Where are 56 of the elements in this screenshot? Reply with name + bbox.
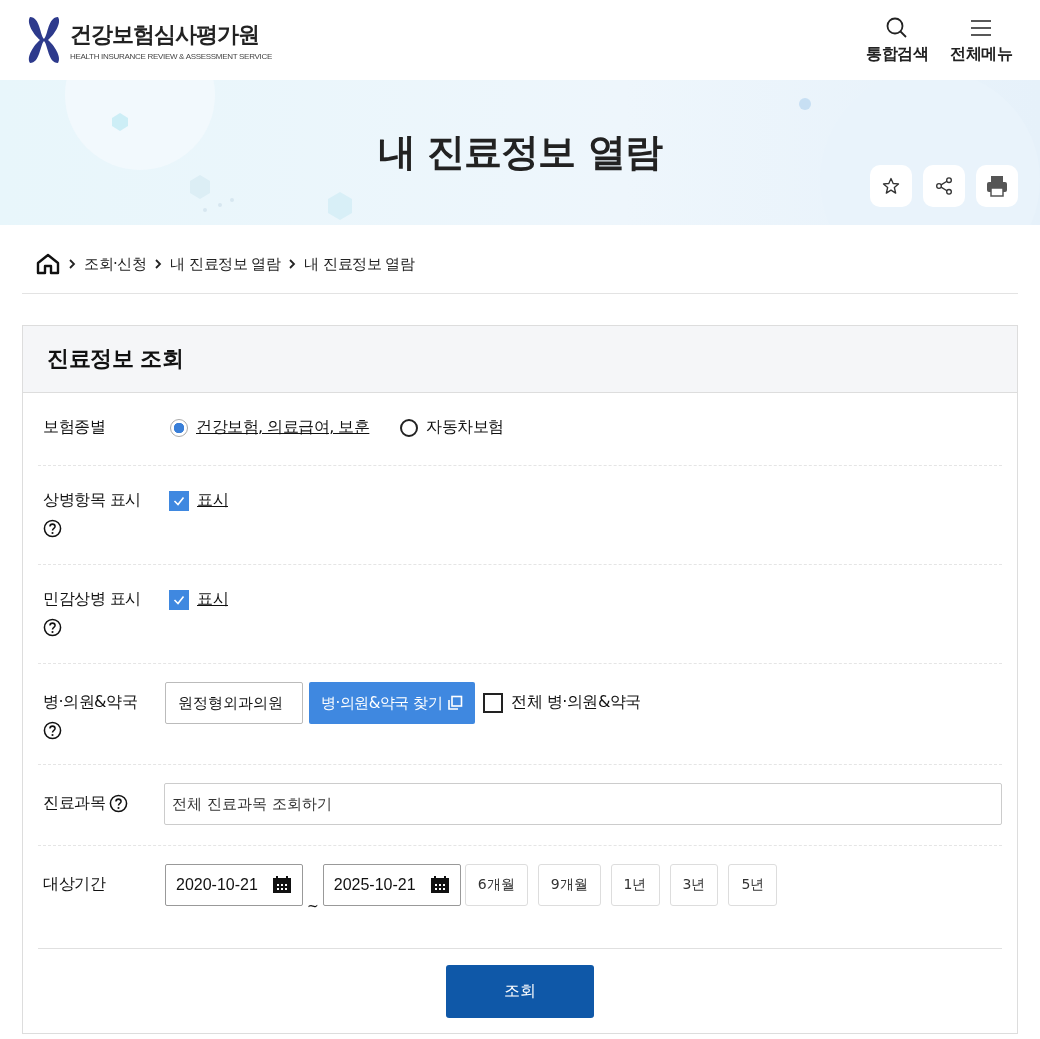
new-window-icon [447, 695, 464, 711]
logo-name: 건강보험심사평가원 [70, 20, 260, 49]
radio-label[interactable]: 건강보험, 의료급여, 보훈 [196, 417, 370, 438]
calendar-icon [429, 876, 450, 894]
radio-button[interactable] [170, 418, 188, 437]
checkbox[interactable] [169, 589, 189, 610]
print-button[interactable] [976, 165, 1018, 207]
field-label: 병·의원&약국 [43, 692, 138, 713]
chevron-icon [154, 259, 163, 269]
date-field[interactable]: 2020-10-21 [165, 864, 303, 906]
search-submit-button[interactable]: 조회 [446, 965, 594, 1018]
find-button[interactable]: 병·의원&약국 찾기 [309, 682, 476, 724]
date-field[interactable]: 2025-10-21 [322, 864, 461, 906]
breadcrumb-link[interactable]: 내 진료정보 열람 [304, 254, 415, 274]
checkbox-label[interactable]: 전체 병·의원&약국 [511, 692, 641, 713]
star-icon [881, 176, 901, 196]
page-title: 내 진료정보 열람 [378, 129, 662, 176]
radio-label[interactable]: 자동차보험 [426, 417, 504, 438]
checkbox[interactable] [483, 692, 504, 713]
field-label: 민감상병 표시 [43, 589, 141, 610]
panel-title: 진료정보 조회 [47, 345, 184, 373]
period-button[interactable]: 3년 [669, 864, 719, 906]
checkbox[interactable] [169, 490, 189, 511]
breadcrumb-link[interactable]: 조회·신청 [84, 254, 147, 274]
share-icon [934, 176, 954, 196]
checkbox-label[interactable]: 표시 [197, 589, 228, 610]
period-button[interactable]: 1년 [610, 864, 660, 906]
field-label: 보험종별 [43, 417, 105, 438]
calendar-icon [272, 876, 292, 894]
star-button[interactable] [870, 165, 912, 207]
chevron-icon [68, 259, 76, 269]
logo-subtitle: HEALTH INSURANCE REVIEW & ASSESSMENT SERVICE [70, 51, 272, 61]
home-icon[interactable] [36, 253, 60, 275]
printer-icon [985, 174, 1009, 198]
search-button[interactable]: 통합검색 [866, 15, 928, 65]
help-icon[interactable] [109, 794, 128, 813]
radio-button[interactable] [400, 418, 419, 437]
range-separator: ~ [307, 899, 319, 913]
logo-icon [26, 15, 62, 65]
help-icon[interactable] [43, 721, 62, 740]
field-label: 상병항목 표시 [43, 490, 141, 511]
period-button[interactable]: 9개월 [537, 864, 601, 906]
breadcrumb-link[interactable]: 내 진료정보 열람 [170, 254, 281, 274]
checkbox-label[interactable]: 표시 [197, 490, 228, 511]
help-icon[interactable] [43, 618, 62, 637]
share-button[interactable] [923, 165, 965, 207]
period-button[interactable]: 6개월 [464, 864, 528, 906]
subject-field[interactable]: 전체 진료과목 조회하기 [164, 783, 1002, 825]
chevron-icon [288, 259, 297, 269]
field-label: 진료과목 [43, 793, 105, 814]
hospital-input[interactable]: 원정형외과의원 [165, 682, 303, 724]
field-label: 대상기간 [43, 874, 105, 895]
search-icon [885, 15, 909, 40]
menu-button[interactable]: 전체메뉴 [950, 15, 1012, 65]
help-icon[interactable] [43, 519, 62, 538]
period-button[interactable]: 5년 [728, 864, 778, 906]
